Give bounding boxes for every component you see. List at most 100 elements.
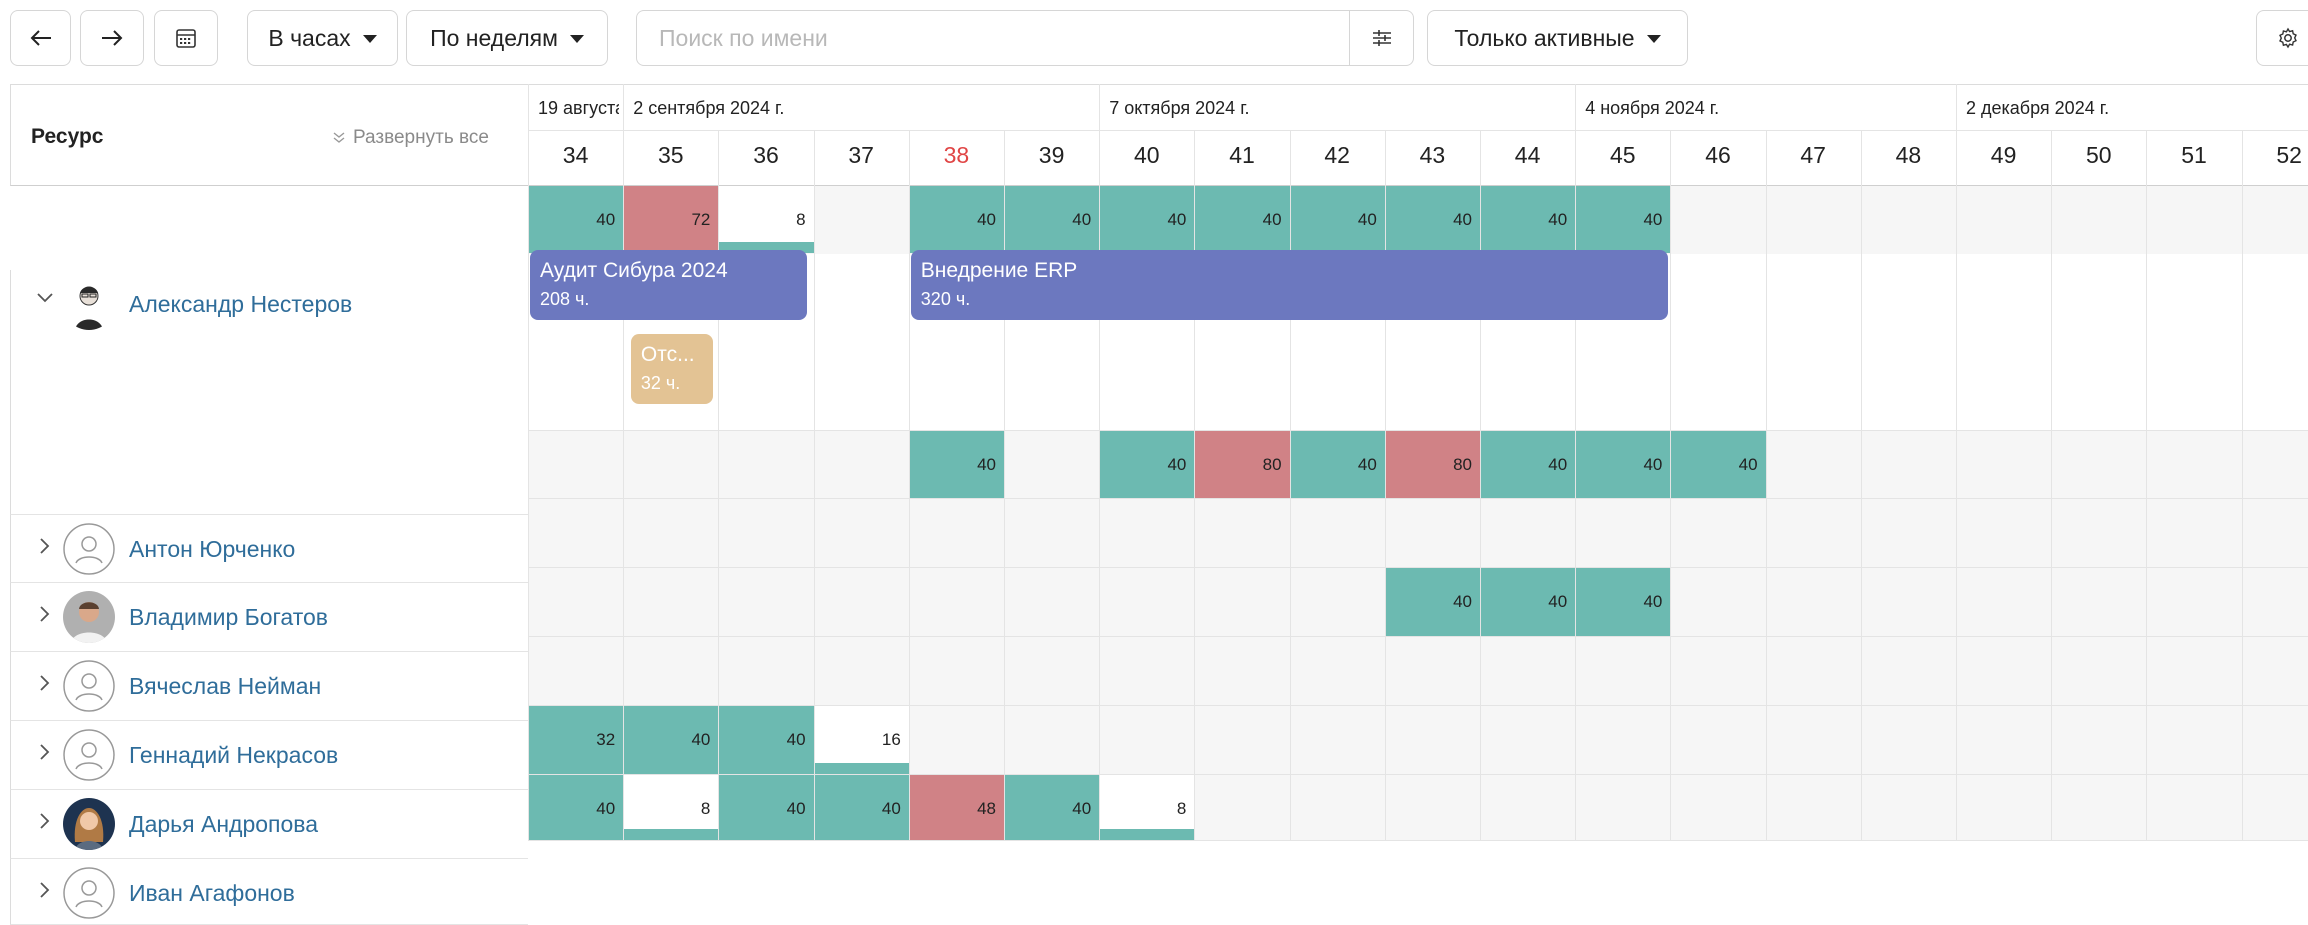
resource-row[interactable]: Александр Нестеров	[10, 270, 528, 515]
load-cell[interactable]: 40	[1671, 431, 1766, 498]
load-cell[interactable]: 40	[1005, 775, 1100, 840]
project-bar[interactable]: Аудит Сибура 2024 208 ч.	[530, 250, 807, 320]
resource-row[interactable]: Иван Агафонов	[10, 859, 528, 925]
project-bar[interactable]: Внедрение ERP 320 ч.	[910, 250, 1669, 320]
project-name: Отс...	[640, 343, 695, 366]
load-value: 40	[1357, 455, 1377, 474]
month-label: 4 ноября 2024 г.	[1585, 98, 1720, 118]
load-cell[interactable]: 40	[1481, 568, 1576, 636]
chevron-right-icon[interactable]	[33, 881, 57, 899]
week-label: 41	[1229, 142, 1255, 168]
load-cell[interactable]: 40	[1481, 431, 1576, 498]
gear-icon	[2279, 27, 2297, 49]
resource-row[interactable]: Дарья Андропова	[10, 790, 528, 859]
partial-load-bar	[624, 829, 719, 840]
expand-all-button[interactable]: Развернуть все	[331, 127, 489, 149]
forward-button[interactable]	[80, 10, 144, 66]
load-value: 40	[691, 730, 711, 749]
project-bar[interactable]: Отс... 32 ч.	[630, 334, 713, 404]
header-top-border	[528, 84, 2308, 85]
settings-button[interactable]	[2256, 10, 2308, 66]
load-cell[interactable]: 40	[719, 706, 814, 774]
week-label: 47	[1800, 142, 1826, 168]
back-button[interactable]	[10, 10, 71, 66]
load-cell[interactable]: 40	[529, 775, 624, 840]
resource-row[interactable]: Владимир Богатов	[10, 583, 528, 652]
load-cell[interactable]: 80	[1195, 431, 1290, 498]
load-cell[interactable]: 72	[624, 186, 719, 253]
search-box	[636, 10, 1414, 66]
load-cell[interactable]: 40	[1005, 186, 1100, 253]
load-cell[interactable]: 40	[1195, 186, 1290, 253]
photo-woman-icon	[63, 798, 115, 850]
load-cell[interactable]: 8	[719, 186, 814, 253]
expand-all-label: Развернуть все	[353, 127, 489, 148]
load-cell[interactable]: 40	[529, 186, 624, 253]
status-label: Только активные	[1454, 24, 1635, 51]
load-cell[interactable]: 32	[529, 706, 624, 774]
project-name: Аудит Сибура 2024	[540, 259, 728, 282]
load-value: 40	[1738, 455, 1758, 474]
units-dropdown[interactable]: В часах	[247, 10, 398, 66]
project-hours: 320 ч.	[920, 289, 971, 309]
load-cell[interactable]: 40	[624, 706, 719, 774]
month-divider	[1956, 84, 1957, 130]
load-cell[interactable]: 40	[909, 431, 1004, 498]
load-cell[interactable]: 40	[1290, 431, 1385, 498]
period-dropdown[interactable]: По неделям	[406, 10, 608, 66]
load-cell[interactable]: 48	[909, 775, 1004, 840]
load-cell[interactable]: 40	[1290, 186, 1385, 253]
load-value: 40	[596, 210, 616, 229]
resource-row[interactable]: Геннадий Некрасов	[10, 721, 528, 790]
load-cell[interactable]: 40	[1385, 568, 1480, 636]
resource-name[interactable]: Дарья Андропова	[129, 811, 318, 838]
load-cell[interactable]: 40	[1576, 568, 1671, 636]
chevron-right-icon[interactable]	[33, 743, 57, 761]
resource-row[interactable]: Вячеслав Нейман	[10, 652, 528, 721]
user-placeholder-icon	[63, 729, 115, 781]
load-value: 40	[1262, 210, 1282, 229]
resource-name[interactable]: Антон Юрченко	[129, 536, 295, 563]
status-dropdown[interactable]: Только активные	[1427, 10, 1688, 66]
load-cell[interactable]: 8	[1100, 775, 1195, 840]
load-value: 40	[1072, 799, 1092, 818]
chevron-right-icon[interactable]	[33, 605, 57, 623]
load-cell[interactable]: 40	[1100, 186, 1195, 253]
arrow-right-icon	[102, 30, 123, 46]
calendar-icon	[176, 29, 196, 48]
row-separator	[528, 498, 2308, 499]
load-cell[interactable]: 40	[909, 186, 1004, 253]
load-cell[interactable]: 40	[1385, 186, 1480, 253]
project-name: Внедрение ERP	[920, 259, 1078, 282]
load-cell[interactable]: 16	[814, 706, 909, 774]
resource-column-title: Ресурс	[31, 125, 104, 148]
week-divider	[1860, 130, 1862, 841]
load-value: 40	[977, 210, 996, 229]
load-value: 40	[977, 455, 996, 474]
resource-name[interactable]: Владимир Богатов	[129, 604, 328, 631]
filter-button[interactable]	[1349, 11, 1413, 65]
load-cell[interactable]: 8	[624, 775, 719, 840]
load-value: 80	[1262, 455, 1282, 474]
search-input[interactable]	[637, 13, 1337, 63]
chevron-down-icon[interactable]	[33, 292, 57, 304]
resource-name[interactable]: Александр Нестеров	[129, 291, 352, 318]
load-cell[interactable]: 40	[719, 775, 814, 840]
load-cell[interactable]: 40	[1481, 186, 1576, 253]
load-cell[interactable]: 40	[1100, 431, 1195, 498]
chevron-right-icon[interactable]	[33, 537, 57, 555]
chevron-right-icon[interactable]	[33, 812, 57, 830]
load-cell[interactable]: 40	[1576, 186, 1671, 253]
calendar-button[interactable]	[154, 10, 218, 66]
resource-row[interactable]: Антон Юрченко	[10, 515, 528, 583]
load-cell[interactable]: 80	[1385, 431, 1480, 498]
user-placeholder-icon	[63, 523, 115, 575]
load-value: 40	[1548, 592, 1568, 611]
load-cell[interactable]: 40	[1576, 431, 1671, 498]
load-value: 8	[1176, 799, 1187, 818]
resource-name[interactable]: Иван Агафонов	[129, 880, 295, 907]
load-cell[interactable]: 40	[814, 775, 909, 840]
resource-name[interactable]: Вячеслав Нейман	[129, 673, 321, 700]
chevron-right-icon[interactable]	[33, 674, 57, 692]
resource-name[interactable]: Геннадий Некрасов	[129, 742, 338, 769]
